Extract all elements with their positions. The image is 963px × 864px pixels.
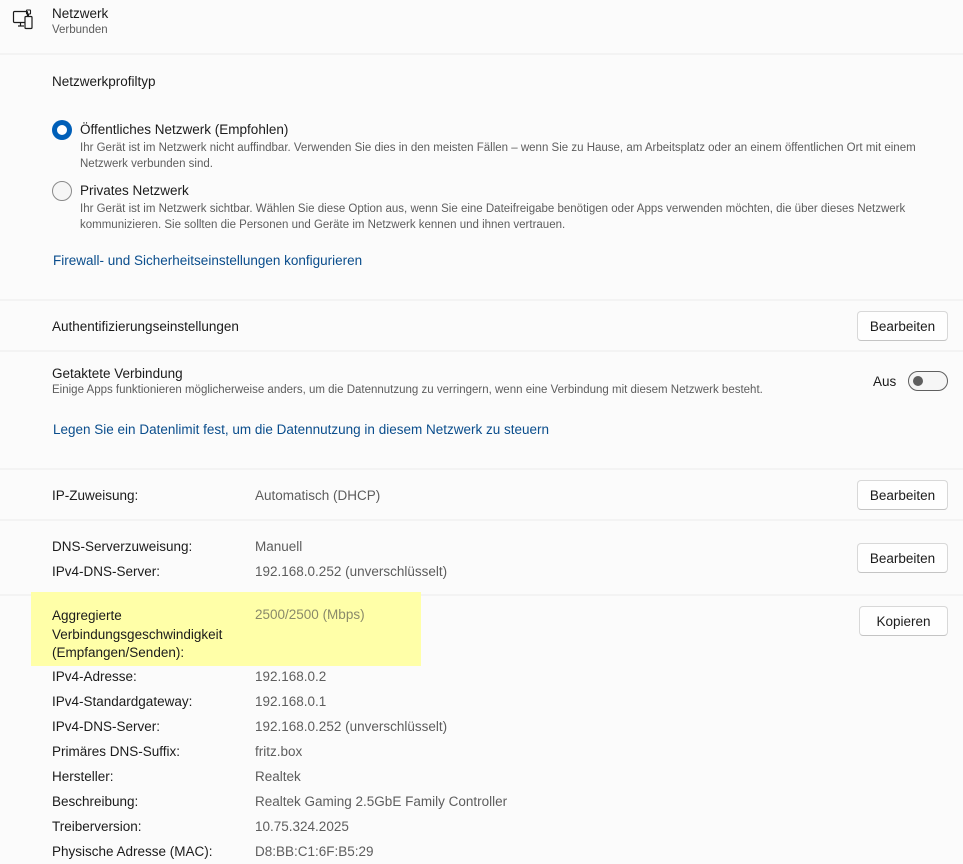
ip-assignment-label: IP-Zuweisung: — [52, 488, 139, 503]
connection-status: Verbunden — [52, 24, 108, 36]
metered-title: Getaktete Verbindung — [52, 366, 183, 381]
public-network-radio[interactable] — [52, 120, 72, 140]
ip-edit-button[interactable]: Bearbeiten — [857, 480, 948, 510]
ip-assignment-row: IP-Zuweisung: Automatisch (DHCP) Bearbei… — [0, 470, 963, 519]
property-label: Physische Adresse (MAC): — [52, 844, 213, 859]
property-value: D8:BB:C1:6F:B5:29 — [255, 844, 374, 859]
public-network-label[interactable]: Öffentliches Netzwerk (Empfohlen) — [80, 122, 288, 137]
network-monitor-icon — [12, 9, 34, 31]
profile-heading: Netzwerkprofiltyp — [52, 74, 156, 89]
property-label: Treiberversion: — [52, 819, 142, 834]
speed-label: Aggregierte Verbindungsgeschwindigkeit (… — [52, 608, 223, 660]
private-network-radio[interactable] — [52, 181, 72, 201]
property-value: 192.168.0.252 (unverschlüsselt) — [255, 719, 448, 734]
property-value: 10.75.324.2025 — [255, 819, 349, 834]
property-label: Hersteller: — [52, 769, 114, 784]
private-network-label[interactable]: Privates Netzwerk — [80, 183, 189, 198]
speed-value: 2500/2500 (Mbps) — [255, 607, 365, 622]
metered-description: Einige Apps funktionieren möglicherweise… — [52, 384, 763, 396]
metered-toggle[interactable] — [908, 371, 948, 391]
property-label: Primäres DNS-Suffix: — [52, 744, 181, 759]
property-value: fritz.box — [255, 744, 303, 759]
metered-connection-section: Getaktete Verbindung Einige Apps funktio… — [0, 352, 963, 468]
dns-assignment-row: DNS-Serverzuweisung: Manuell IPv4-DNS-Se… — [0, 521, 963, 594]
dns-server-label: IPv4-DNS-Server: — [52, 564, 161, 579]
dns-assignment-label: DNS-Serverzuweisung: — [52, 539, 193, 554]
property-value: Realtek Gaming 2.5GbE Family Controller — [255, 794, 508, 809]
network-header: Netzwerk Verbunden — [0, 0, 963, 53]
auth-edit-button[interactable]: Bearbeiten — [857, 311, 948, 341]
property-label: IPv4-Standardgateway: — [52, 694, 193, 709]
property-label: IPv4-DNS-Server: — [52, 719, 161, 734]
ip-assignment-value: Automatisch (DHCP) — [255, 488, 381, 503]
property-value: 192.168.0.2 — [255, 669, 327, 684]
dns-server-value: 192.168.0.252 (unverschlüsselt) — [255, 564, 448, 579]
copy-button[interactable]: Kopieren — [859, 606, 948, 636]
dns-assignment-value: Manuell — [255, 539, 303, 554]
metered-toggle-state: Aus — [873, 374, 897, 389]
public-network-description: Ihr Gerät ist im Netzwerk nicht auffindb… — [80, 142, 916, 170]
firewall-settings-link[interactable]: Firewall- und Sicherheitseinstellungen k… — [53, 253, 362, 268]
property-value: Realtek — [255, 769, 301, 784]
property-label: Beschreibung: — [52, 794, 139, 809]
data-limit-link[interactable]: Legen Sie ein Datenlimit fest, um die Da… — [53, 422, 549, 437]
authentication-settings-row: Authentifizierungseinstellungen Bearbeit… — [0, 301, 963, 350]
network-profile-section: Netzwerkprofiltyp Öffentliches Netzwerk … — [0, 55, 963, 299]
network-title: Netzwerk — [52, 6, 109, 21]
dns-edit-button[interactable]: Bearbeiten — [857, 543, 948, 573]
property-value: 192.168.0.1 — [255, 694, 327, 709]
property-label: IPv4-Adresse: — [52, 669, 137, 684]
authentication-label: Authentifizierungseinstellungen — [52, 319, 239, 334]
private-network-description: Ihr Gerät ist im Netzwerk sichtbar. Wähl… — [80, 203, 906, 231]
